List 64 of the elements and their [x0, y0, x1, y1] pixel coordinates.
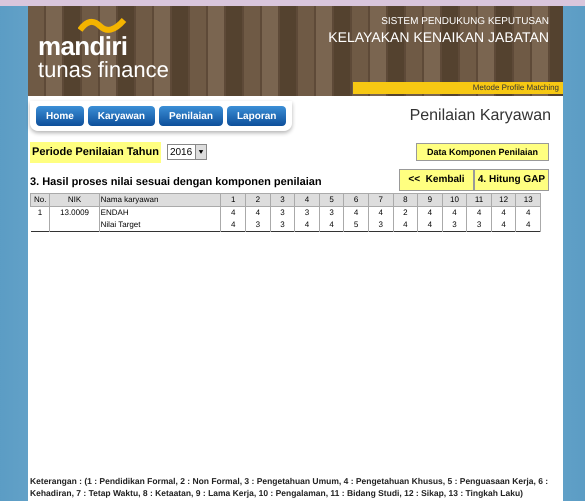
column-header: 12	[491, 193, 516, 206]
table-cell: 4	[491, 218, 516, 231]
table-cell: 4	[516, 218, 540, 231]
year-select[interactable]: 2016	[166, 144, 207, 160]
column-header: 13	[516, 193, 540, 206]
table-cell: 4	[344, 206, 368, 218]
column-header: 1	[220, 193, 246, 206]
method-bar: Metode Profile Matching	[353, 82, 563, 94]
table-cell: 5	[344, 218, 368, 231]
table-cell: 4	[246, 206, 270, 218]
period-label: Periode Penilaian Tahun	[30, 142, 161, 162]
table-cell: 4	[418, 206, 442, 218]
column-header: 7	[368, 193, 394, 206]
nav-button[interactable]: Penilaian	[159, 106, 223, 126]
nav-button[interactable]: Laporan	[226, 106, 286, 126]
gap-button[interactable]: 4. Hitung GAP	[474, 168, 549, 190]
table-cell: 4	[393, 218, 418, 231]
table-cell: 3	[368, 218, 394, 231]
column-header: Nama karyawan	[99, 193, 221, 206]
nav-button[interactable]: Home	[36, 106, 84, 126]
logo-text: mandiri	[38, 34, 128, 58]
table-cell: ENDAH	[99, 206, 221, 218]
nav-button[interactable]: Karyawan	[88, 106, 156, 126]
back-button[interactable]: << Kembali	[399, 168, 474, 190]
section-title: 3. Hasil proses nilai sesuai dengan komponen penilaian	[30, 175, 322, 190]
table-cell: 4	[418, 218, 442, 231]
column-header: 3	[270, 193, 295, 206]
table-cell: 1	[30, 206, 50, 218]
table-cell: 4	[368, 206, 394, 218]
table-cell: 4	[466, 206, 492, 218]
table-cell: 3	[294, 206, 320, 218]
table-cell: 4	[220, 218, 246, 231]
dropdown-icon	[194, 145, 206, 160]
table-cell: 3	[442, 218, 467, 231]
column-header: NIK	[50, 193, 100, 206]
column-header: 2	[246, 193, 270, 206]
column-header: 9	[418, 193, 442, 206]
column-header: 6	[344, 193, 368, 206]
page-title: Penilaian Karyawan	[410, 106, 551, 126]
table-cell: 3	[319, 206, 344, 218]
table-cell: 4	[516, 206, 540, 218]
column-header: 4	[294, 193, 320, 206]
logo-subtext: tunas finance	[38, 58, 169, 82]
table-cell: 4	[220, 206, 246, 218]
column-header: 11	[466, 193, 492, 206]
table-cell: 13.0009	[50, 206, 100, 218]
column-header: 5	[319, 193, 344, 206]
table-cell: 3	[246, 218, 270, 231]
column-header: No.	[30, 193, 50, 206]
column-header: 10	[442, 193, 467, 206]
table-cell: 4	[442, 206, 467, 218]
system-subtitle: SISTEM PENDUKUNG KEPUTUSAN	[381, 16, 549, 28]
table-cell: 3	[270, 206, 295, 218]
table-cell: Nilai Target	[99, 218, 221, 231]
legend-text: Keterangan : (1 : Pendidikan Formal, 2 : Non Formal, 3 : Pengetahuan Umum, 4 : Pengetahuan Khusus, 5 : Penguasaan Kerja, 6 : Kehadiran, 7 : Tetap Waktu, 8 : Ketaatan, 9 : Lama Kerja, 10 : Pengalaman, 11 : Bidang Studi, 12 : Sikap, 13 : Tingkah Laku)	[29, 475, 550, 500]
components-button[interactable]: Data Komponen Penilaian	[416, 143, 549, 162]
table-cell: 3	[270, 218, 295, 231]
table-cell: 2	[393, 206, 418, 218]
system-title: KELAYAKAN KENAIKAN JABATAN	[328, 28, 549, 46]
table-cell: 4	[319, 218, 344, 231]
table-cell: 4	[491, 206, 516, 218]
column-header: 8	[393, 193, 418, 206]
table-cell: 4	[294, 218, 320, 231]
table-cell: 3	[466, 218, 492, 231]
